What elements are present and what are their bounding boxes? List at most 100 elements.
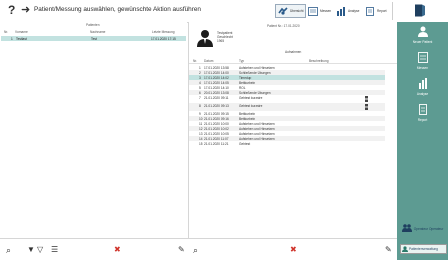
measurements-table-header: Nr. Datum Typ Beschreibung [189,58,397,64]
patient-table-header: Patienten Nr. Vorname Nachname Letzte Me… [0,22,187,36]
measurements-title: Aufnahmen [285,50,302,54]
help-button[interactable]: ? [8,3,15,17]
measure-icon [308,6,318,16]
cell-datum: 21.01.2020 10:02 [204,126,229,131]
patient-year: 1965 [217,39,225,44]
filter-icon[interactable]: ▼ [27,245,35,254]
avatar [197,29,213,52]
cell-datum: 21.01.2020 09:15 [204,111,229,116]
col-typ[interactable]: Typ [239,59,244,63]
col-datum[interactable]: Datum [204,59,213,63]
measure-button[interactable]: Messen [397,52,448,70]
analysis-button[interactable]: Analyse [397,78,448,96]
patient-list-panel: Patienten Nr. Vorname Nachname Letzte Me… [0,22,187,238]
action-sidebar: Neuer Patient Messen Analyse Report Oper… [397,22,448,238]
table-row[interactable]: 7 21.01.2020 09:11 Gehtest kurzstre [189,95,385,103]
edit-icon[interactable]: ✎ [178,245,185,254]
list-icon[interactable]: ☰ [51,245,58,254]
cell-typ: ROL [239,85,246,90]
cell-letzte-messung: 17.01.2020 17:15 [151,36,176,41]
cell-nr: 14 [199,136,203,141]
cell-datum: 21.01.2020 09:11 [204,95,229,100]
cell-nr: 6 [199,90,201,95]
cell-typ: Bettkurbeln [239,116,256,121]
cell-datum: 17.01.2020 14:02 [204,75,229,80]
col-nr[interactable]: Nr. [193,59,197,63]
cell-nr: 2 [199,70,201,75]
patient-detail-panel: Patient Nr.: 17.01.2020 Testpatient Gesc… [189,22,397,238]
cell-typ: Bettkurbeln [239,80,256,85]
report-button[interactable]: Report [397,104,448,122]
cell-datum: 21.01.2020 09:16 [204,116,229,121]
search-icon[interactable]: ⌕ [6,245,11,256]
video-icon[interactable] [365,104,368,110]
cell-typ: Gehtest [239,141,251,146]
cell-nr: 3 [199,75,201,80]
tab-analysis[interactable]: Analyse [333,4,362,18]
tab-measure[interactable]: Messen [305,4,334,18]
cell-typ: Gehtest kurzstre [239,103,263,108]
patient-table-title: Patienten [86,23,100,27]
add-patient-icon [397,26,448,38]
cell-nr: 7 [199,95,201,100]
cell-datum: 20.01.2020 13:08 [204,90,229,95]
cell-typ: Gehtest kurzstre [239,95,263,100]
cell-nr: 1 [11,36,13,41]
cell-nr: 8 [199,103,201,108]
bottom-toolbar: ⌕ ▼ ▽ ☰ ✖ ✎ ⌕ ✖ ✎ [0,238,397,261]
cell-nr: 5 [199,85,201,90]
patient-info: Testpatient Geschlecht 1965 [217,31,233,44]
cell-typ: Bettkurbeln [239,111,256,116]
cell-typ: Aufstehen und Hinsetzen [239,121,275,126]
table-row[interactable]: 15 21.01.2020 11:21 Gehtest [189,141,385,146]
bar-chart-icon [397,78,448,90]
cell-typ: Aufstehen und Hinsetzen [239,126,275,131]
delete-icon[interactable]: ✖ [114,245,121,254]
toolbar-divider [392,2,393,20]
cell-nr: 9 [199,111,201,116]
col-nachname[interactable]: Nachname [90,30,105,34]
user-group-icon [401,224,412,233]
col-vorname[interactable]: Vorname [15,30,28,34]
handshake-icon [278,6,288,16]
cell-nr: 1 [199,65,201,70]
cell-typ: Aufstehen und Hinsetzen [239,136,275,141]
delete-icon[interactable]: ✖ [290,245,297,254]
top-bar: ? ➜ Patient/Messung auswählen, gewünscht… [0,0,448,23]
new-patient-button[interactable]: Neuer Patient [397,26,448,44]
cell-datum: 21.01.2020 11:07 [204,136,229,141]
bar-chart-icon [336,6,346,16]
cell-datum: 21.01.2020 10:05 [204,131,229,136]
col-beschreibung[interactable]: Beschreibung [309,59,329,63]
cell-datum: 17.01.2020 13:58 [204,65,229,70]
cell-datum: 21.01.2020 10:00 [204,121,229,126]
cell-nr: 11 [199,121,203,126]
measure-icon [397,52,448,64]
table-row[interactable]: 1 Testlast Test 17.01.2020 17:15 [1,36,186,41]
col-letzte-messung[interactable]: Letzte Messung [152,30,175,34]
cell-datum: 21.01.2020 11:21 [204,141,229,146]
patient-date: Patient Nr.: 17.01.2020 [267,24,300,28]
arrow-right-icon: ➜ [21,4,31,16]
report-icon [365,6,375,16]
cell-datum: 17.01.2020 14:05 [204,80,229,85]
cell-typ: Schließende Übungen [239,70,271,75]
tab-report[interactable]: Report [362,4,390,18]
operator-button[interactable]: Operateur Operateur [397,224,448,233]
cell-nr: 15 [199,141,203,146]
cell-typ: Timedup [239,75,252,80]
cell-nachname: Test [91,36,97,41]
cell-datum: 17.01.2020 14:10 [204,85,229,90]
video-icon[interactable] [365,96,368,102]
table-row[interactable]: 8 21.01.2020 09:13 Gehtest kurzstre [189,103,385,111]
tab-overview[interactable]: Übersicht [275,4,307,18]
cell-nr: 4 [199,80,201,85]
cell-vorname: Testlast [16,36,27,41]
edit-icon[interactable]: ✎ [385,245,392,254]
cell-datum: 21.01.2020 09:13 [204,103,229,108]
col-nr[interactable]: Nr. [4,30,8,34]
search-icon[interactable]: ⌕ [193,245,198,256]
exit-icon[interactable] [414,4,426,22]
patient-admin-button[interactable]: Patientenverwaltung [397,238,448,260]
filter-clear-icon[interactable]: ▽ [37,245,43,254]
